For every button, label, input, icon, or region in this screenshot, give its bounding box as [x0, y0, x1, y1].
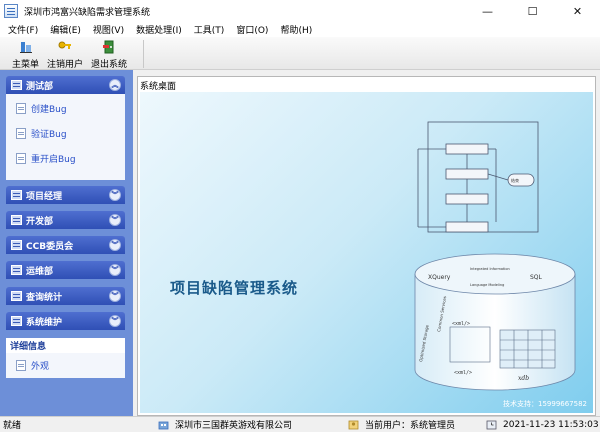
detail-info-header: 详细信息: [6, 338, 125, 353]
chevron-up-icon[interactable]: ︽: [109, 79, 121, 91]
menu-bar: 文件(F) 编辑(E) 视图(V) 数据处理(I) 工具(T) 窗口(O) 帮助…: [0, 22, 600, 37]
sidebar-group-label: 系统维护: [26, 317, 63, 328]
sidebar-group-label: CCB委员会: [26, 241, 74, 252]
menu-window[interactable]: 窗口(O): [230, 23, 274, 36]
detail-info-body: 外观: [6, 353, 125, 378]
document-icon: [16, 153, 26, 164]
sidebar-group-label: 项目经理: [26, 191, 63, 202]
xml-close-label: <xml/>: [454, 370, 472, 376]
toolbar-separator: [143, 40, 144, 68]
sidebar-group-testing[interactable]: 测试部 ︽: [6, 76, 125, 94]
tab-system-desktop[interactable]: 系统桌面: [140, 79, 176, 92]
user-icon: [348, 420, 359, 429]
status-bar: 就绪 深圳市三国群英游戏有限公司 当前用户：系统管理员 2021-11-23 1…: [0, 416, 600, 432]
group-icon: [11, 265, 22, 275]
language-modeling-label: Language Modeling: [470, 283, 504, 287]
logout-button[interactable]: 注销用户: [47, 37, 83, 70]
diagram-end-label: 结束: [511, 177, 519, 183]
system-title: 项目缺陷管理系统: [170, 279, 299, 297]
group-icon: [11, 316, 22, 326]
status-company: 深圳市三国群英游戏有限公司: [158, 418, 292, 431]
sidebar-item-label: 验证Bug: [31, 130, 67, 140]
chevron-down-icon[interactable]: ︾: [109, 290, 121, 302]
status-time: 2021-11-23 11:53:03: [486, 420, 599, 430]
menu-view[interactable]: 视图(V): [87, 23, 130, 36]
group-icon: [11, 240, 22, 250]
sidebar-group-label: 测试部: [26, 81, 54, 92]
sidebar-group-label: 运维部: [26, 266, 54, 277]
sidebar-group-label: 开发部: [26, 216, 54, 227]
document-icon: [16, 360, 26, 371]
main-menu-button[interactable]: 主菜单: [12, 37, 39, 70]
exit-door-icon: [102, 40, 116, 54]
app-icon: [4, 4, 18, 18]
window-title: 深圳市鸿富兴缺陷需求管理系统: [24, 7, 151, 18]
main-menu-icon: [19, 40, 33, 54]
group-icon: [11, 215, 22, 225]
sidebar-item-label: 外观: [31, 362, 50, 372]
chevron-down-icon[interactable]: ︾: [109, 189, 121, 201]
sidebar-item-appearance[interactable]: 外观: [16, 359, 49, 372]
document-icon: [16, 128, 26, 139]
sidebar-group-query[interactable]: 查询统计 ︾: [6, 287, 125, 305]
sidebar-group-ccb[interactable]: CCB委员会 ︾: [6, 236, 125, 254]
close-button[interactable]: ✕: [555, 0, 600, 22]
sidebar-item-reopen-bug[interactable]: 重开启Bug: [16, 152, 76, 165]
key-icon: [58, 40, 72, 54]
sidebar-group-body: 创建Bug 验证Bug 重开启Bug: [6, 94, 125, 180]
sql-label: SQL: [530, 274, 543, 281]
integrated-info-label: Integrated Information: [470, 267, 510, 271]
workflow-diagram: 结束: [417, 121, 539, 233]
current-user: 当前用户：系统管理员: [365, 421, 456, 431]
logout-label: 注销用户: [47, 60, 84, 70]
sidebar-group-pm[interactable]: 项目经理 ︾: [6, 186, 125, 204]
minimize-button[interactable]: —: [465, 0, 510, 22]
current-datetime: 2021-11-23 11:53:03: [503, 419, 599, 430]
chevron-down-icon[interactable]: ︾: [109, 214, 121, 226]
sidebar-item-create-bug[interactable]: 创建Bug: [16, 102, 67, 115]
sidebar-group-label: 查询统计: [26, 292, 63, 303]
menu-tools[interactable]: 工具(T): [188, 23, 231, 36]
title-bar: 深圳市鸿富兴缺陷需求管理系统 — ☐ ✕: [0, 0, 600, 22]
xdb-label: xdb: [518, 375, 529, 382]
desktop-background: 结束 XQuery SQL Integrated Information Lan…: [140, 92, 593, 413]
xml-open-label: <xml/>: [452, 321, 470, 327]
menu-file[interactable]: 文件(F): [2, 23, 44, 36]
toolbar: 主菜单 注销用户 退出系统: [0, 37, 600, 70]
exit-button[interactable]: 退出系统: [91, 37, 127, 70]
chevron-down-icon[interactable]: ︾: [109, 315, 121, 327]
exit-label: 退出系统: [91, 60, 128, 70]
document-icon: [16, 103, 26, 114]
status-ready: 就绪: [3, 421, 22, 431]
company-icon: [158, 421, 169, 429]
window-controls: — ☐ ✕: [465, 0, 600, 22]
company-name: 深圳市三国群英游戏有限公司: [175, 421, 293, 431]
maximize-button[interactable]: ☐: [510, 0, 555, 22]
chevron-down-icon[interactable]: ︾: [109, 239, 121, 251]
menu-help[interactable]: 帮助(H): [274, 23, 318, 36]
main-menu-label: 主菜单: [12, 60, 40, 70]
xquery-label: XQuery: [428, 274, 451, 281]
sidebar-item-label: 创建Bug: [31, 105, 67, 115]
menu-edit[interactable]: 编辑(E): [44, 23, 87, 36]
status-user: 当前用户：系统管理员: [348, 418, 455, 431]
clock-icon: [486, 420, 497, 429]
support-phone: 技术支持：15999667582: [503, 400, 587, 408]
sidebar-group-ops[interactable]: 运维部 ︾: [6, 261, 125, 279]
database-illustration: XQuery SQL Integrated Information Langua…: [414, 253, 576, 391]
sidebar-group-dev[interactable]: 开发部 ︾: [6, 211, 125, 229]
group-icon: [11, 80, 22, 90]
chevron-down-icon[interactable]: ︾: [109, 264, 121, 276]
group-icon: [11, 291, 22, 301]
sidebar-item-label: 重开启Bug: [31, 155, 76, 165]
menu-data[interactable]: 数据处理(I): [130, 23, 188, 36]
group-icon: [11, 190, 22, 200]
sidebar-item-verify-bug[interactable]: 验证Bug: [16, 127, 67, 140]
main-window: 系统桌面 结束 XQuery SQL Integrated Informatio…: [137, 76, 596, 416]
sidebar: 测试部 ︽ 创建Bug 验证Bug 重开启Bug 项目经理 ︾ 开发部 ︾ CC…: [0, 70, 133, 416]
sidebar-group-sysmaint[interactable]: 系统维护 ︾: [6, 312, 125, 330]
